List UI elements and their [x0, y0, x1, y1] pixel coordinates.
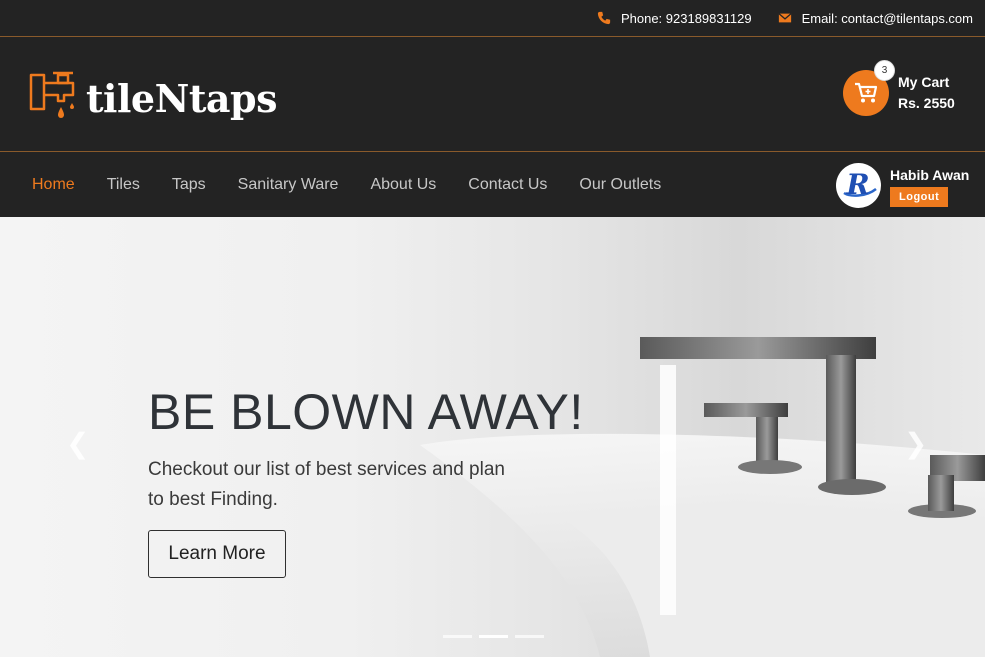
- user-name: Habib Awan: [890, 167, 970, 183]
- nav-item-our-outlets[interactable]: Our Outlets: [579, 176, 661, 194]
- avatar[interactable]: R: [836, 163, 881, 208]
- nav-item-taps[interactable]: Taps: [172, 176, 206, 194]
- cart-button[interactable]: 3: [843, 60, 895, 116]
- logo-text: tileNtaps: [86, 75, 277, 121]
- email-contact[interactable]: Email: contact@tilentaps.com: [778, 11, 973, 26]
- nav-item-tiles[interactable]: Tiles: [107, 176, 140, 194]
- user-panel: R Habib Awan Logout: [836, 163, 969, 208]
- cart-summary[interactable]: My Cart Rs. 2550: [898, 72, 955, 114]
- slider-indicators: [443, 635, 544, 638]
- top-contact-bar: Phone: 923189831129 Email: contact@tilen…: [0, 0, 985, 37]
- phone-icon: [597, 11, 611, 25]
- nav-item-contact-us[interactable]: Contact Us: [468, 176, 547, 194]
- faucet-logo-icon: [29, 71, 75, 118]
- chevron-right-icon[interactable]: ❯: [904, 427, 927, 460]
- cart-count-badge: 3: [874, 60, 895, 81]
- cart-label: My Cart: [898, 74, 950, 90]
- learn-more-button[interactable]: Learn More: [148, 530, 286, 578]
- main-nav: Home Tiles Taps Sanitary Ware About Us C…: [0, 152, 985, 217]
- nav-item-sanitary-ware[interactable]: Sanitary Ware: [238, 176, 339, 194]
- slide-indicator-2[interactable]: [479, 635, 508, 638]
- user-info: Habib Awan Logout: [890, 163, 969, 207]
- hero-slider: BE BLOWN AWAY! Checkout our list of best…: [0, 217, 985, 657]
- nav-menu: Home Tiles Taps Sanitary Ware About Us C…: [32, 176, 693, 194]
- chevron-left-icon[interactable]: ❮: [66, 427, 89, 460]
- phone-text: Phone: 923189831129: [620, 10, 752, 26]
- user-avatar-logo-icon: R: [843, 168, 877, 201]
- cart-icon: [855, 82, 878, 103]
- envelope-icon: [778, 13, 792, 23]
- hero-subtitle: Checkout our list of best services and p…: [148, 459, 505, 510]
- phone-contact[interactable]: Phone: 923189831129: [597, 11, 752, 26]
- cart-total: Rs. 2550: [898, 95, 955, 111]
- hero-title: BE BLOWN AWAY!: [148, 384, 584, 440]
- avatar-letter: R: [845, 168, 869, 201]
- site-header: tileNtaps 3 My Cart Rs. 2550: [0, 37, 985, 152]
- cart-widget[interactable]: 3 My Cart Rs. 2550: [843, 60, 955, 116]
- nav-item-about-us[interactable]: About Us: [370, 176, 436, 194]
- site-logo[interactable]: tileNtaps: [28, 69, 277, 127]
- logout-button[interactable]: Logout: [890, 187, 949, 207]
- email-text: Email: contact@tilentaps.com: [801, 10, 973, 26]
- slide-indicator-3[interactable]: [515, 635, 544, 638]
- slide-indicator-1[interactable]: [443, 635, 472, 638]
- nav-item-home[interactable]: Home: [32, 176, 75, 194]
